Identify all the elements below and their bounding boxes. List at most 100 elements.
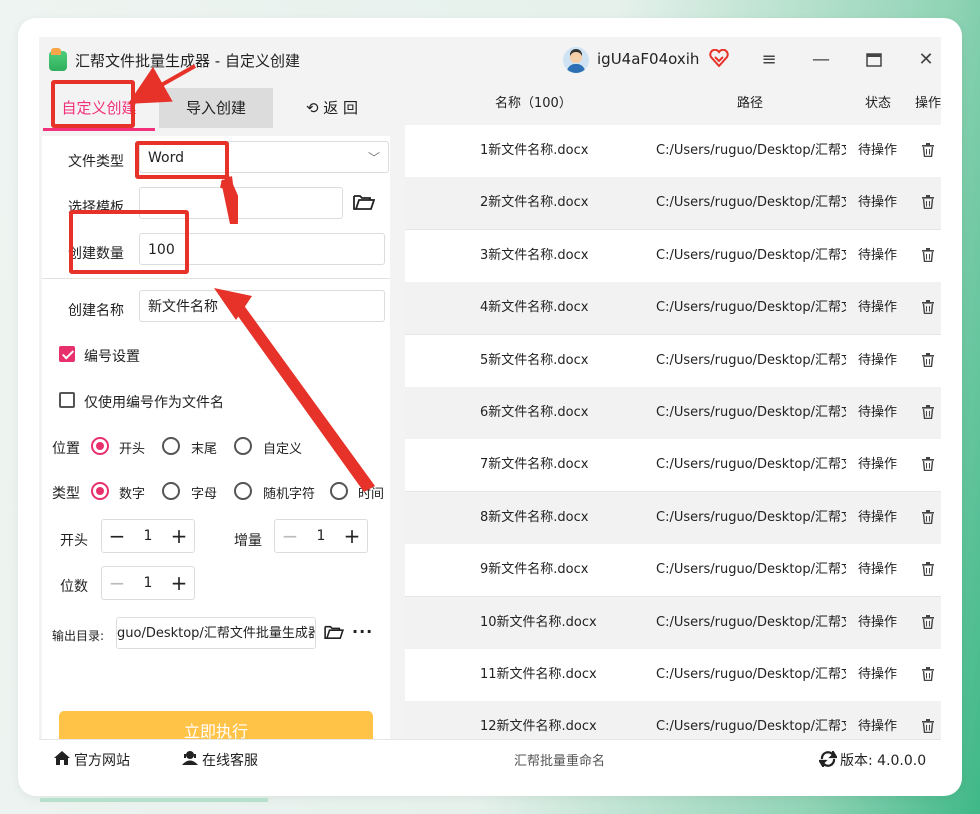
status-cell: 待操作 (858, 143, 898, 158)
start-increment-button[interactable]: + (164, 520, 194, 552)
bottom-accent-bar (40, 798, 268, 802)
tab-import-create[interactable]: 导入创建 (159, 88, 273, 128)
undo-icon: ⟲ (305, 99, 324, 117)
position-custom-radio[interactable] (234, 437, 252, 455)
table-row[interactable]: 7新文件名称.docx C:/Users/ruguo/Desktop/汇帮文 待操作 (405, 439, 941, 493)
left-panel: 自定义创建 导入创建 ⟲ 返 回 文件类型 Word ﹀ 选择模板 创建数量 1… (39, 83, 399, 776)
version-label: 版本: 4.0.0.0 (840, 753, 927, 769)
start-decrement-button[interactable]: − (102, 520, 132, 552)
only-number-label: 仅使用编号作为文件名 (84, 395, 224, 411)
file-name-cell: 3新文件名称.docx (480, 247, 589, 263)
status-cell: 待操作 (858, 352, 898, 368)
status-cell: 待操作 (858, 562, 898, 578)
file-table: 名称（100） 路径 状态 操作 1新文件名称.docx C:/Users/rug… (405, 83, 941, 739)
menu-icon[interactable]: ≡ (754, 47, 784, 73)
trash-icon[interactable] (922, 719, 934, 734)
position-start-radio[interactable] (91, 437, 109, 455)
window-title: 汇帮文件批量生成器 - 自定义创建 (75, 52, 300, 70)
name-input[interactable]: 新文件名称 (139, 290, 385, 322)
trash-icon[interactable] (922, 562, 934, 577)
increment-increment-button[interactable]: + (337, 520, 367, 552)
type-time-label: 时间 (358, 487, 385, 502)
official-website-link[interactable]: 官方网站 (74, 750, 130, 770)
trash-icon[interactable] (922, 143, 934, 157)
trash-icon[interactable] (922, 247, 934, 262)
table-row[interactable]: 2新文件名称.docx C:/Users/ruguo/Desktop/汇帮文 待操作 (405, 177, 941, 231)
position-end-radio[interactable] (162, 437, 180, 455)
output-folder-icon[interactable] (324, 624, 344, 640)
type-number-radio[interactable] (91, 482, 109, 500)
start-value[interactable]: 1 (132, 520, 164, 552)
table-row[interactable]: 3新文件名称.docx C:/Users/ruguo/Desktop/汇帮文 待操作 (405, 229, 941, 283)
status-cell: 待操作 (858, 719, 898, 735)
table-row[interactable]: 11新文件名称.docx C:/Users/ruguo/Desktop/汇帮文 待操… (405, 649, 941, 702)
trash-icon[interactable] (922, 509, 934, 524)
file-name-cell: 1新文件名称.docx (480, 143, 589, 158)
table-row[interactable]: 12新文件名称.docx C:/Users/ruguo/Desktop/汇帮文 待操… (405, 701, 941, 739)
table-row[interactable]: 10新文件名称.docx C:/Users/ruguo/Desktop/汇帮文 待操… (405, 596, 941, 650)
increment-value[interactable]: 1 (305, 520, 337, 552)
header-name: 名称（100） (495, 96, 572, 111)
position-label: 位置 (52, 441, 80, 457)
table-row[interactable]: 6新文件名称.docx C:/Users/ruguo/Desktop/汇帮文 待操作 (405, 387, 941, 440)
file-path-cell: C:/Users/ruguo/Desktop/汇帮文 (656, 562, 846, 578)
table-row[interactable]: 8新文件名称.docx C:/Users/ruguo/Desktop/汇帮文 待操作 (405, 491, 941, 545)
username[interactable]: igU4aF04oxih (597, 50, 699, 68)
table-row[interactable]: 1新文件名称.docx C:/Users/ruguo/Desktop/汇帮文 待操作 (405, 125, 941, 178)
file-name-cell: 6新文件名称.docx (480, 405, 589, 420)
table-row[interactable]: 5新文件名称.docx C:/Users/ruguo/Desktop/汇帮文 待操作 (405, 334, 941, 388)
digits-value[interactable]: 1 (132, 567, 164, 599)
file-path-cell: C:/Users/ruguo/Desktop/汇帮文 (656, 352, 846, 368)
file-path-cell: C:/Users/ruguo/Desktop/汇帮文 (656, 247, 846, 263)
digits-increment-button[interactable]: + (164, 567, 194, 599)
type-random-radio[interactable] (234, 482, 252, 500)
trash-icon[interactable] (922, 352, 934, 367)
table-row[interactable]: 9新文件名称.docx C:/Users/ruguo/Desktop/汇帮文 待操作 (405, 544, 941, 598)
header-path: 路径 (737, 96, 764, 111)
maximize-icon (866, 53, 882, 67)
file-name-cell: 11新文件名称.docx (480, 667, 597, 682)
close-button[interactable]: ✕ (911, 47, 941, 73)
only-number-checkbox[interactable] (59, 392, 75, 408)
file-path-cell: C:/Users/ruguo/Desktop/汇帮文 (656, 667, 846, 682)
status-bar: 官方网站 在线客服 汇帮批量重命名 版本: 4.0.0.0 (39, 739, 941, 777)
numbering-label: 编号设置 (84, 349, 140, 365)
digits-stepper: − 1 + (101, 566, 195, 600)
more-options-icon[interactable]: ··· (352, 622, 373, 641)
status-cell: 待操作 (858, 509, 898, 525)
minimize-button[interactable]: — (806, 47, 836, 73)
refresh-icon[interactable] (819, 751, 837, 767)
trash-icon[interactable] (922, 300, 934, 315)
trash-icon[interactable] (922, 405, 934, 419)
annotation-box-tab (51, 80, 135, 128)
numbering-checkbox[interactable] (59, 346, 75, 362)
title-bar: 汇帮文件批量生成器 - 自定义创建 igU4aF04oxih ≡ — ✕ (39, 37, 941, 83)
status-cell: 待操作 (858, 247, 898, 263)
online-support-link[interactable]: 在线客服 (202, 750, 258, 770)
product-name: 汇帮批量重命名 (514, 754, 606, 769)
position-custom-label: 自定义 (263, 442, 303, 457)
trash-icon[interactable] (922, 195, 934, 210)
trash-icon[interactable] (922, 667, 934, 681)
back-button[interactable]: ⟲ 返 回 (287, 88, 377, 128)
output-dir-input[interactable]: guo/Desktop/汇帮文件批量生成器 (116, 617, 316, 649)
type-letter-radio[interactable] (162, 482, 180, 500)
trash-icon[interactable] (922, 614, 934, 629)
digits-decrement-button[interactable]: − (102, 567, 132, 599)
maximize-button[interactable] (859, 47, 889, 73)
trash-icon[interactable] (922, 457, 934, 472)
header-action: 操作 (915, 96, 941, 111)
type-time-radio[interactable] (330, 482, 348, 500)
digits-label: 位数 (60, 579, 88, 595)
folder-open-icon[interactable] (353, 193, 375, 211)
vip-heart-icon[interactable] (709, 49, 729, 67)
type-label: 类型 (52, 486, 80, 502)
user-avatar[interactable] (563, 47, 589, 73)
position-end-label: 末尾 (191, 442, 218, 457)
back-label: 返 回 (323, 99, 359, 117)
form-divider (42, 278, 390, 279)
type-number-label: 数字 (119, 487, 146, 502)
table-row[interactable]: 4新文件名称.docx C:/Users/ruguo/Desktop/汇帮文 待操作 (405, 282, 941, 336)
increment-decrement-button[interactable]: − (275, 520, 305, 552)
home-icon (54, 751, 70, 765)
